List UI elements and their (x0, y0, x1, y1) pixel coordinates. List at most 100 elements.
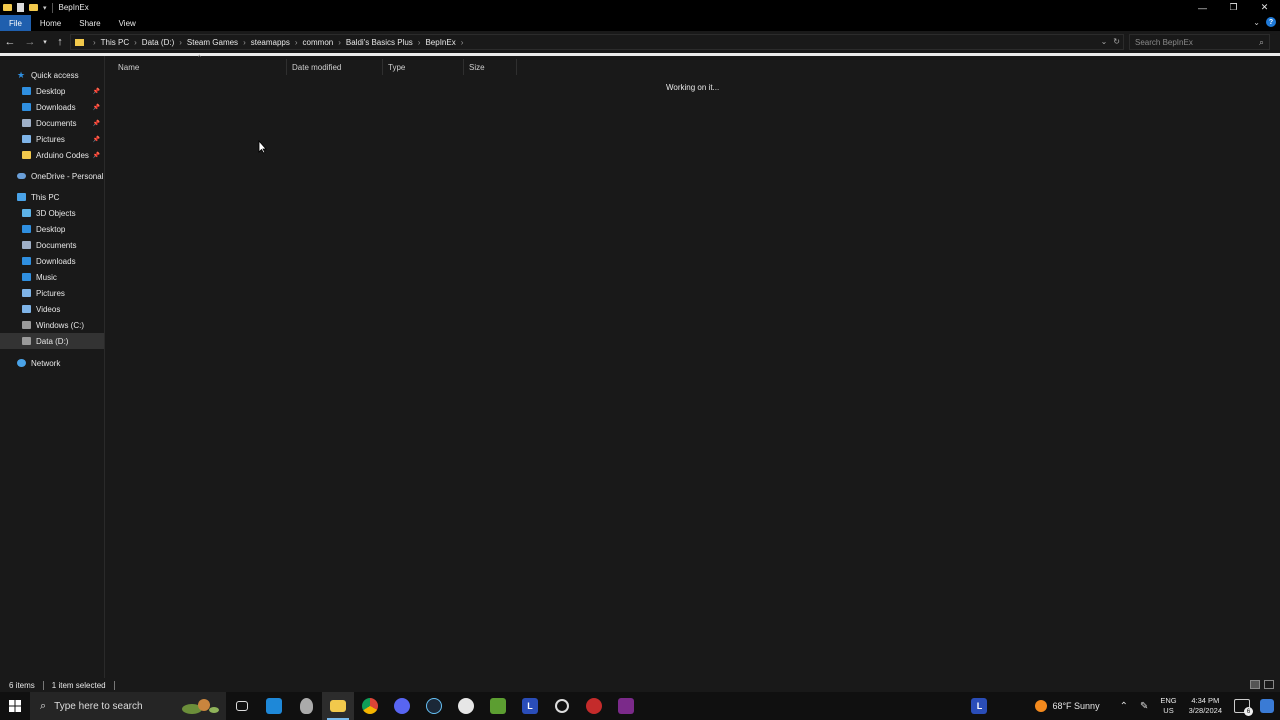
back-arrow-icon[interactable]: ← (0, 36, 20, 48)
taskbar-app-file-explorer[interactable] (322, 692, 354, 720)
column-header-type[interactable]: Type (383, 59, 464, 75)
search-icon: ⌕ (40, 699, 47, 712)
sidebar-item-arduino-codes[interactable]: Arduino Codes 📌 (0, 147, 104, 163)
sidebar-item-windows-c[interactable]: Windows (C:) (0, 317, 104, 333)
sidebar-item-downloads[interactable]: Downloads 📌 (0, 99, 104, 115)
breadcrumb-separator[interactable]: › (461, 38, 464, 47)
taskbar-app-red[interactable] (578, 692, 610, 720)
show-hidden-icons-chevron-icon[interactable]: ⌃ (1120, 701, 1128, 712)
tray-app-l[interactable]: L (963, 692, 995, 720)
sidebar-item-3d-objects[interactable]: 3D Objects (0, 205, 104, 221)
sidebar-item-pictures[interactable]: Pictures (0, 285, 104, 301)
sidebar-item-onedrive[interactable]: OneDrive - Personal (0, 168, 104, 184)
taskbar-app-steam[interactable] (418, 692, 450, 720)
tab-view[interactable]: View (110, 15, 145, 31)
taskbar-app-game[interactable] (450, 692, 482, 720)
pin-icon[interactable]: 📌 (93, 88, 100, 95)
breadcrumb-separator[interactable]: › (243, 38, 246, 47)
details-view-icon[interactable] (1250, 680, 1260, 689)
sidebar-item-music[interactable]: Music (0, 269, 104, 285)
breadcrumb-data-d[interactable]: Data (D:) (142, 38, 174, 47)
breadcrumb-separator[interactable]: › (418, 38, 421, 47)
sidebar-item-network[interactable]: Network (0, 355, 104, 371)
clock[interactable]: 4:34 PM 3/28/2024 (1189, 696, 1222, 716)
window-title: BepInEx (58, 3, 89, 12)
sidebar-item-videos[interactable]: Videos (0, 301, 104, 317)
forward-arrow-icon[interactable]: → (20, 36, 40, 48)
weather-widget[interactable]: 68°F Sunny (1035, 700, 1100, 712)
tab-file[interactable]: File (0, 15, 31, 31)
address-history-chevron-icon[interactable]: ⌄ (1101, 37, 1108, 46)
taskbar-search-box[interactable]: ⌕ Type here to search (30, 692, 226, 720)
pin-icon[interactable]: 📌 (93, 120, 100, 127)
taskbar-app-launcher-l[interactable]: L (514, 692, 546, 720)
sidebar-item-desktop[interactable]: Desktop (0, 221, 104, 237)
breadcrumb-common[interactable]: common (303, 38, 334, 47)
notification-center-icon[interactable]: 6 (1234, 699, 1253, 716)
pin-icon[interactable]: 📌 (93, 104, 100, 111)
tab-share[interactable]: Share (70, 15, 109, 31)
search-input[interactable] (1135, 37, 1255, 47)
close-button[interactable]: ✕ (1249, 0, 1280, 15)
start-button[interactable] (0, 692, 30, 720)
taskbar-app-security[interactable] (290, 692, 322, 720)
language-indicator[interactable]: ENG US (1160, 696, 1176, 716)
breadcrumb-this-pc[interactable]: This PC (101, 38, 129, 47)
pen-icon[interactable]: ✎ (1140, 701, 1148, 712)
large-icons-view-icon[interactable] (1264, 680, 1274, 689)
sidebar-item-desktop[interactable]: Desktop 📌 (0, 83, 104, 99)
file-list-pane[interactable]: ^ Name Date modified Type Size Working o… (106, 55, 1280, 678)
breadcrumb-separator[interactable]: › (179, 38, 182, 47)
breadcrumb-baldis-basics-plus[interactable]: Baldi's Basics Plus (346, 38, 413, 47)
up-arrow-icon[interactable]: ↑ (50, 36, 70, 48)
steam-icon (426, 698, 442, 714)
expand-ribbon-chevron-icon[interactable]: ⌄ (1253, 18, 1260, 27)
sidebar-item-pictures[interactable]: Pictures 📌 (0, 131, 104, 147)
color-app-icon[interactable] (1260, 699, 1274, 713)
taskbar-app-minecraft[interactable] (482, 692, 514, 720)
refresh-icon[interactable]: ↻ (1113, 37, 1120, 46)
taskbar-app-clock[interactable] (546, 692, 578, 720)
sidebar-item-documents[interactable]: Documents (0, 237, 104, 253)
sidebar-item-quick-access[interactable]: ★ Quick access (0, 67, 104, 83)
item-count: 6 items (9, 680, 35, 690)
search-box[interactable]: ⌕ (1129, 34, 1270, 50)
breadcrumb-steam-games[interactable]: Steam Games (187, 38, 238, 47)
tab-home[interactable]: Home (31, 15, 70, 31)
sidebar-item-label: OneDrive - Personal (31, 171, 104, 181)
search-icon[interactable]: ⌕ (1259, 37, 1264, 48)
column-header-size[interactable]: Size (464, 59, 517, 75)
sidebar-item-downloads[interactable]: Downloads (0, 253, 104, 269)
customize-toolbar-chevron-icon[interactable]: ▾ (43, 4, 47, 12)
breadcrumb-steamapps[interactable]: steamapps (251, 38, 290, 47)
sidebar-item-documents[interactable]: Documents 📌 (0, 115, 104, 131)
sidebar-item-this-pc[interactable]: This PC (0, 189, 104, 205)
letter-l-app-icon: L (971, 698, 988, 714)
properties-icon[interactable] (17, 3, 24, 12)
new-folder-icon[interactable] (29, 4, 38, 11)
ribbon-tabs: File Home Share View ⌄ ? (0, 15, 1280, 31)
minimize-button[interactable]: — (1187, 0, 1218, 15)
address-bar[interactable]: › This PC › Data (D:) › Steam Games › st… (70, 34, 1124, 50)
breadcrumb-bepinex[interactable]: BepInEx (425, 38, 455, 47)
documents-icon (22, 119, 31, 127)
breadcrumb-separator[interactable]: › (338, 38, 341, 47)
recent-locations-chevron-icon[interactable]: ▾ (40, 38, 50, 46)
task-view-button[interactable] (226, 692, 258, 720)
folder-icon[interactable] (3, 4, 12, 11)
minecraft-icon (490, 698, 506, 714)
column-header-name[interactable]: Name (113, 59, 287, 75)
maximize-button[interactable]: ❐ (1218, 0, 1249, 15)
help-icon[interactable]: ? (1266, 17, 1276, 27)
language-code: ENG (1160, 696, 1177, 705)
breadcrumb-separator[interactable]: › (134, 38, 137, 47)
taskbar-app-notes[interactable] (258, 692, 290, 720)
breadcrumb-separator[interactable]: › (295, 38, 298, 47)
taskbar-app-winrar[interactable] (610, 692, 642, 720)
taskbar-app-chrome[interactable] (354, 692, 386, 720)
pin-icon[interactable]: 📌 (93, 152, 100, 159)
column-header-date-modified[interactable]: Date modified (287, 59, 383, 75)
pin-icon[interactable]: 📌 (93, 136, 100, 143)
sidebar-item-data-d[interactable]: Data (D:) (0, 333, 104, 349)
taskbar-app-discord[interactable] (386, 692, 418, 720)
